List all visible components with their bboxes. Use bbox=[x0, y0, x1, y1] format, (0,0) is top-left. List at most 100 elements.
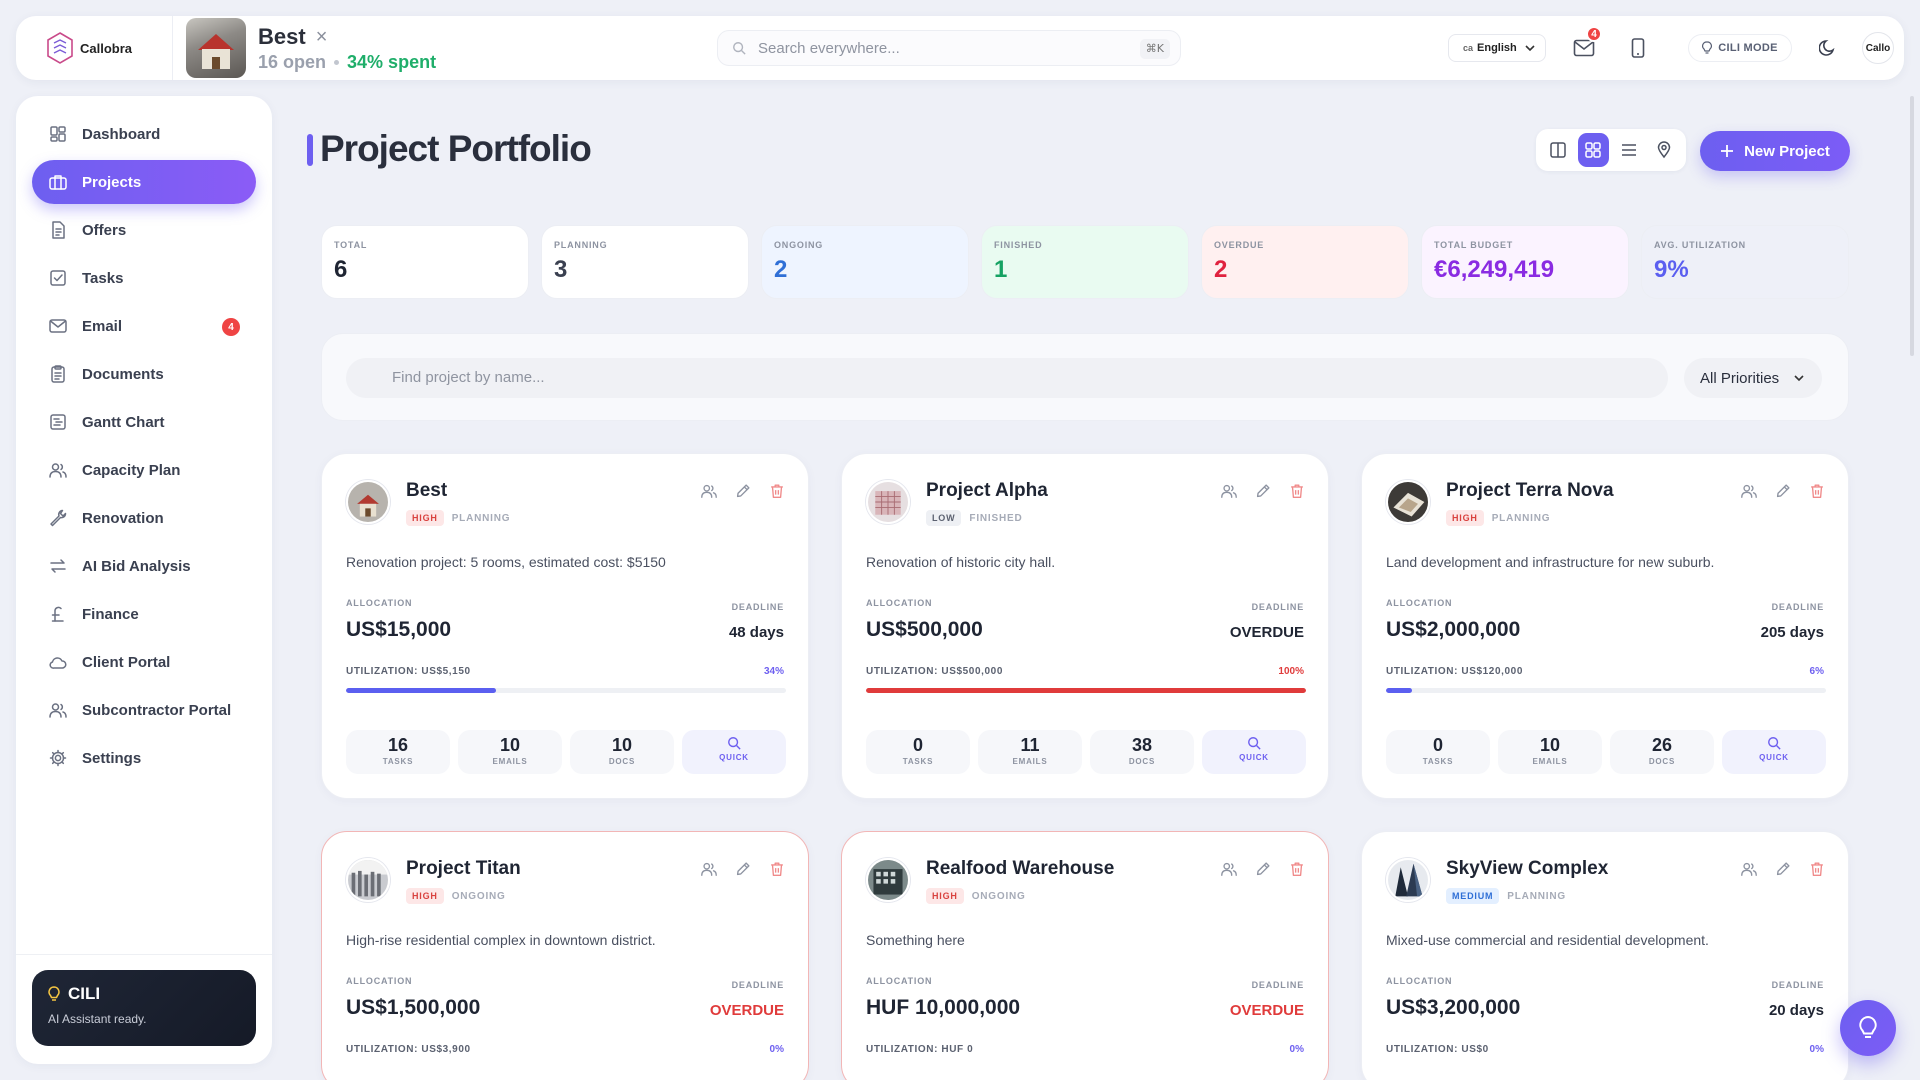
quick-view-button[interactable]: QUICK bbox=[1202, 730, 1306, 774]
card-actions bbox=[1220, 482, 1306, 500]
stat-card-avg-utilization[interactable]: AVG. UTILIZATION 9% bbox=[1641, 225, 1849, 299]
lightbulb-icon bbox=[1859, 1015, 1877, 1038]
project-name[interactable]: Realfood Warehouse bbox=[926, 858, 1114, 880]
docs-metric[interactable]: 38 DOCS bbox=[1090, 730, 1194, 774]
mobile-button[interactable] bbox=[1622, 32, 1654, 64]
edit-project-button[interactable] bbox=[734, 860, 752, 878]
quick-view-button[interactable]: QUICK bbox=[1722, 730, 1826, 774]
project-card[interactable]: Best HIGH PLANNING Renovation project: 5 ro… bbox=[321, 453, 809, 799]
docs-metric[interactable]: 26 DOCS bbox=[1610, 730, 1714, 774]
project-card[interactable]: SkyView Complex MEDIUM PLANNING Mixed-use c… bbox=[1361, 831, 1849, 1080]
theme-toggle[interactable] bbox=[1812, 32, 1844, 64]
project-search-input[interactable]: Find project by name... bbox=[346, 358, 1668, 398]
sidebar-item-subcontractor-portal[interactable]: Subcontractor Portal bbox=[32, 688, 256, 732]
priority-filter-select[interactable]: All Priorities bbox=[1684, 358, 1822, 398]
project-card[interactable]: Project Titan HIGH ONGOING High-rise reside… bbox=[321, 831, 809, 1080]
assign-team-button[interactable] bbox=[1740, 860, 1758, 878]
assign-team-button[interactable] bbox=[700, 482, 718, 500]
assign-team-button[interactable] bbox=[1220, 860, 1238, 878]
project-card[interactable]: Project Alpha LOW FINISHED Renovation of hi… bbox=[841, 453, 1329, 799]
sidebar-item-label: Finance bbox=[82, 605, 139, 623]
sidebar-item-gantt-chart[interactable]: Gantt Chart bbox=[32, 400, 256, 444]
cili-mode-button[interactable]: CILI MODE bbox=[1688, 34, 1792, 62]
project-metrics: 16 TASKS 10 EMAILS 10 DOCS QUICK bbox=[346, 730, 786, 774]
map-view-button[interactable] bbox=[1649, 133, 1681, 167]
sidebar-item-dashboard[interactable]: Dashboard bbox=[32, 112, 256, 156]
cloud-icon bbox=[48, 652, 68, 672]
emails-metric[interactable]: 10 EMAILS bbox=[1498, 730, 1602, 774]
docs-metric[interactable]: 10 DOCS bbox=[570, 730, 674, 774]
tasks-metric[interactable]: 0 TASKS bbox=[866, 730, 970, 774]
delete-project-button[interactable] bbox=[1808, 860, 1826, 878]
edit-project-button[interactable] bbox=[1254, 860, 1272, 878]
emails-metric[interactable]: 11 EMAILS bbox=[978, 730, 1082, 774]
brand-logo[interactable]: Callobra bbox=[40, 26, 140, 70]
close-project-icon[interactable]: × bbox=[316, 27, 328, 47]
sidebar-item-tasks[interactable]: Tasks bbox=[32, 256, 256, 300]
sidebar-item-client-portal[interactable]: Client Portal bbox=[32, 640, 256, 684]
global-search-input[interactable]: Search everywhere... ⌘K bbox=[717, 30, 1181, 66]
current-project: Best × 16 open 34% spent bbox=[258, 24, 436, 73]
mail-button[interactable]: 4 bbox=[1568, 26, 1602, 64]
grid-view-button[interactable] bbox=[1577, 133, 1609, 167]
project-tags: MEDIUM PLANNING bbox=[1446, 888, 1566, 904]
language-select[interactable]: ca English bbox=[1448, 34, 1546, 62]
edit-project-button[interactable] bbox=[734, 482, 752, 500]
tasks-metric[interactable]: 16 TASKS bbox=[346, 730, 450, 774]
project-name[interactable]: Project Alpha bbox=[926, 480, 1048, 502]
utilization-label: UTILIZATION: US$120,000 bbox=[1386, 666, 1523, 677]
sidebar-item-offers[interactable]: Offers bbox=[32, 208, 256, 252]
sidebar-item-capacity-plan[interactable]: Capacity Plan bbox=[32, 448, 256, 492]
sidebar-item-label: Offers bbox=[82, 221, 127, 239]
allocation-value: US$3,200,000 bbox=[1386, 996, 1521, 1019]
edit-project-button[interactable] bbox=[1774, 860, 1792, 878]
user-avatar[interactable]: Callo bbox=[1862, 32, 1894, 64]
edit-project-button[interactable] bbox=[1254, 482, 1272, 500]
project-name[interactable]: Best bbox=[406, 480, 447, 502]
sidebar-item-finance[interactable]: Finance bbox=[32, 592, 256, 636]
stat-card-total-budget[interactable]: TOTAL BUDGET €6,249,419 bbox=[1421, 225, 1629, 299]
stat-card-overdue[interactable]: OVERDUE 2 bbox=[1201, 225, 1409, 299]
sidebar-item-ai-bid-analysis[interactable]: AI Bid Analysis bbox=[32, 544, 256, 588]
title-accent bbox=[307, 134, 313, 166]
list-view-button[interactable] bbox=[1613, 133, 1645, 167]
quick-view-button[interactable]: QUICK bbox=[682, 730, 786, 774]
assign-team-button[interactable] bbox=[700, 860, 718, 878]
deadline-value: 48 days bbox=[728, 624, 784, 641]
project-card[interactable]: Realfood Warehouse HIGH ONGOING Something h… bbox=[841, 831, 1329, 1080]
project-thumbnail[interactable] bbox=[186, 18, 246, 78]
sidebar-item-settings[interactable]: Settings bbox=[32, 736, 256, 780]
sidebar-item-renovation[interactable]: Renovation bbox=[32, 496, 256, 540]
split-view-button[interactable] bbox=[1542, 133, 1574, 167]
delete-project-button[interactable] bbox=[1288, 860, 1306, 878]
deadline-label: DEADLINE bbox=[1251, 980, 1304, 990]
sidebar-item-documents[interactable]: Documents bbox=[32, 352, 256, 396]
project-name[interactable]: SkyView Complex bbox=[1446, 858, 1608, 880]
sidebar-item-projects[interactable]: Projects bbox=[32, 160, 256, 204]
tasks-count: 0 bbox=[912, 735, 923, 755]
stat-card-total[interactable]: TOTAL 6 bbox=[321, 225, 529, 299]
new-project-button[interactable]: New Project bbox=[1700, 131, 1850, 171]
stat-card-finished[interactable]: FINISHED 1 bbox=[981, 225, 1189, 299]
delete-project-button[interactable] bbox=[1288, 482, 1306, 500]
priority-badge: HIGH bbox=[1446, 510, 1484, 526]
project-name[interactable]: Project Terra Nova bbox=[1446, 480, 1614, 502]
delete-project-button[interactable] bbox=[768, 860, 786, 878]
assign-team-button[interactable] bbox=[1740, 482, 1758, 500]
tasks-metric[interactable]: 0 TASKS bbox=[1386, 730, 1490, 774]
sidebar-item-email[interactable]: Email 4 bbox=[32, 304, 256, 348]
sidebar-nav: Dashboard Projects Offers Tasks Email 4 Docume… bbox=[32, 112, 256, 784]
ai-assistant-card[interactable]: CILI AI Assistant ready. bbox=[32, 970, 256, 1046]
project-name[interactable]: Project Titan bbox=[406, 858, 521, 880]
utilization-percent: 6% bbox=[1809, 666, 1824, 677]
page-scrollbar[interactable] bbox=[1910, 96, 1914, 356]
project-card[interactable]: Project Terra Nova HIGH PLANNING Land devel… bbox=[1361, 453, 1849, 799]
delete-project-button[interactable] bbox=[768, 482, 786, 500]
delete-project-button[interactable] bbox=[1808, 482, 1826, 500]
assign-team-button[interactable] bbox=[1220, 482, 1238, 500]
emails-metric[interactable]: 10 EMAILS bbox=[458, 730, 562, 774]
stat-card-ongoing[interactable]: ONGOING 2 bbox=[761, 225, 969, 299]
assistant-fab[interactable] bbox=[1840, 1000, 1896, 1056]
edit-project-button[interactable] bbox=[1774, 482, 1792, 500]
stat-card-planning[interactable]: PLANNING 3 bbox=[541, 225, 749, 299]
